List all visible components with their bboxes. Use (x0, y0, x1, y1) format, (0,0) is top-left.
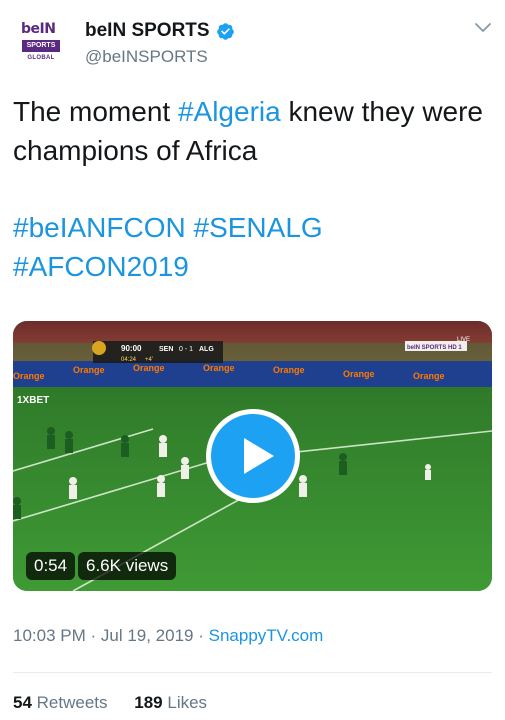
scoreboard-time: 90:00 (121, 344, 142, 353)
retweets-stat[interactable]: 54 Retweets (13, 693, 108, 712)
ad-board-text: Orange (73, 365, 105, 375)
divider (13, 672, 492, 673)
channel-logo: beIN SPORTS HD 1 (407, 345, 462, 351)
ad-board-text: Orange (133, 363, 165, 373)
hashtag-link[interactable]: #beIANFCON #SENALG (13, 208, 493, 247)
ad-board-text: Orange (13, 371, 45, 381)
tweet-text: The moment #Algeria knew they were champ… (13, 92, 493, 170)
tweet-hashtags: #beIANFCON #SENALG #AFCON2019 (13, 208, 493, 286)
video-duration: 0:54 (26, 552, 76, 580)
retweets-label: Retweets (36, 693, 108, 712)
likes-stat[interactable]: 189 Likes (134, 693, 207, 712)
play-icon (244, 438, 274, 474)
ad-board-text: Orange (203, 363, 235, 373)
tweet-date[interactable]: Jul 19, 2019 (101, 626, 194, 645)
likes-count: 189 (134, 693, 163, 712)
scoreboard-team2: ALG (199, 346, 214, 353)
tweet-header: beIN SPORTS GLOBAL beIN SPORTS @beINSPOR… (0, 0, 505, 80)
hashtag-link[interactable]: #Algeria (178, 96, 281, 127)
ad-board-text: Orange (413, 371, 445, 381)
ad-board-text: Orange (273, 365, 305, 375)
video-views: 6.6K views (78, 552, 177, 580)
chevron-down-icon[interactable] (473, 20, 493, 36)
video-player[interactable]: 90:00 04:24 +4' SEN 0 - 1 ALG LIVE beIN … (13, 321, 492, 591)
ad-pitch-text: 1XBET (17, 395, 49, 406)
hashtag-link[interactable]: #AFCON2019 (13, 247, 493, 286)
meta-separator: · (193, 626, 209, 645)
scoreboard: 90:00 04:24 +4' SEN 0 - 1 ALG (92, 341, 223, 363)
avatar-logo-subtext: GLOBAL (27, 55, 55, 61)
author-handle[interactable]: @beINSPORTS (85, 47, 208, 67)
retweets-count: 54 (13, 693, 32, 712)
tweet-text-part: The moment (13, 96, 178, 127)
scoreboard-score: 0 - 1 (179, 346, 193, 353)
author-name-row[interactable]: beIN SPORTS (85, 20, 235, 42)
likes-label: Likes (167, 693, 208, 712)
scoreboard-team1: SEN (159, 346, 173, 353)
display-name[interactable]: beIN SPORTS (85, 20, 210, 42)
verified-badge-icon (216, 22, 234, 40)
play-button[interactable] (206, 409, 300, 503)
tweet-source-link[interactable]: SnappyTV.com (209, 626, 324, 645)
avatar-logo-box: SPORTS (22, 40, 60, 52)
tweet-stats: 54 Retweets 189 Likes (13, 693, 207, 713)
tweet-meta: 10:03 PM · Jul 19, 2019 · SnappyTV.com (13, 626, 323, 646)
ad-board-text: Orange (343, 369, 375, 379)
avatar-logo-text: beIN (21, 21, 56, 37)
tweet-time[interactable]: 10:03 PM (13, 626, 86, 645)
meta-separator: · (85, 626, 101, 645)
avatar[interactable]: beIN SPORTS GLOBAL (18, 18, 64, 68)
